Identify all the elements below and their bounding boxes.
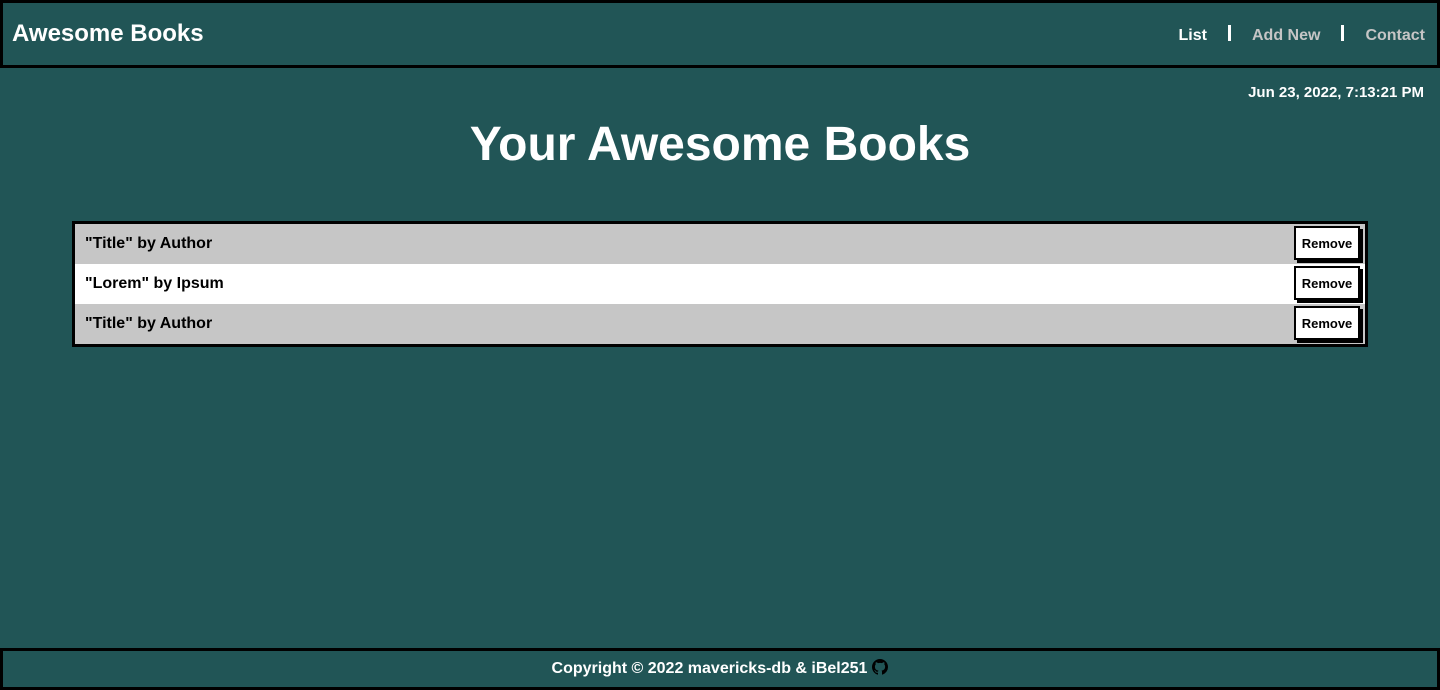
- remove-button[interactable]: Remove: [1294, 226, 1360, 260]
- page-title: Your Awesome Books: [469, 118, 971, 171]
- footer: Copyright © 2022 mavericks-db & iBel251: [0, 648, 1440, 690]
- remove-button[interactable]: Remove: [1294, 306, 1360, 340]
- nav-link-add-new[interactable]: Add New: [1252, 25, 1320, 47]
- nav-separator: [1227, 25, 1231, 41]
- brand-title: Awesome Books: [12, 20, 204, 47]
- github-icon[interactable]: [872, 659, 889, 675]
- book-row: "Title" by Author Remove: [75, 304, 1365, 344]
- book-row: "Title" by Author Remove: [75, 224, 1365, 264]
- book-title-author: "Title" by Author: [85, 235, 213, 252]
- nav-separator: [1341, 25, 1345, 41]
- book-title-author: "Lorem" by Ipsum: [85, 275, 224, 292]
- nav-menu: List Add New Contact: [1179, 25, 1425, 47]
- nav-link-list[interactable]: List: [1179, 25, 1207, 47]
- nav-link-contact[interactable]: Contact: [1365, 25, 1425, 47]
- current-datetime: Jun 23, 2022, 7:13:21 PM: [1248, 84, 1424, 101]
- book-row: "Lorem" by Ipsum Remove: [75, 264, 1365, 304]
- navbar: Awesome Books List Add New Contact: [0, 0, 1440, 68]
- remove-button[interactable]: Remove: [1294, 266, 1360, 300]
- copyright-text: Copyright © 2022 mavericks-db & iBel251: [551, 660, 868, 677]
- book-title-author: "Title" by Author: [85, 315, 213, 332]
- book-list: "Title" by Author Remove "Lorem" by Ipsu…: [72, 221, 1368, 347]
